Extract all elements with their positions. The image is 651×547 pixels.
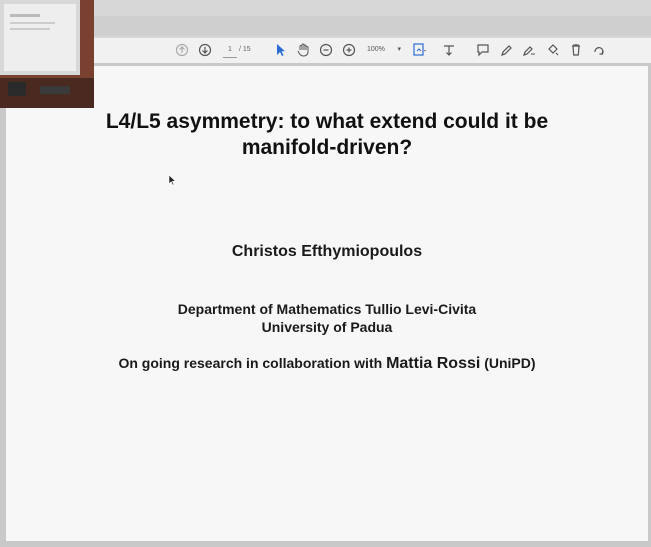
comment-icon[interactable]	[476, 42, 490, 58]
delete-icon[interactable]	[569, 42, 583, 58]
mouse-pointer-icon	[168, 173, 177, 191]
slide-title: L4/L5 asymmetry: to what extend could it…	[6, 109, 648, 161]
slide-affiliation: Department of Mathematics Tullio Levi-Ci…	[6, 300, 648, 336]
pen-icon[interactable]	[499, 42, 513, 58]
page-up-icon[interactable]	[175, 42, 189, 58]
zoom-select[interactable]: 100% ▾	[367, 43, 403, 57]
slide-title-line1: L4/L5 asymmetry: to what extend could it…	[105, 110, 549, 133]
page-down-icon[interactable]	[198, 42, 212, 58]
browser-topbar	[0, 0, 651, 38]
hand-icon[interactable]	[296, 42, 310, 58]
chevron-down-icon: ▾	[397, 46, 401, 53]
slide-page: L4/L5 asymmetry: to what extend could it…	[6, 66, 648, 541]
collab-prefix: On going research in collaboration with	[118, 355, 387, 371]
stamp-icon[interactable]	[546, 42, 560, 58]
select-cursor-icon[interactable]	[274, 42, 286, 58]
slide-title-line2: manifold-driven?	[241, 136, 413, 159]
zoom-value: 100%	[367, 46, 385, 53]
rotate-icon[interactable]	[592, 42, 606, 58]
page-number-input[interactable]: 1	[223, 43, 237, 58]
slide-collaboration: On going research in collaboration with …	[6, 355, 648, 373]
affiliation-line2: University of Padua	[261, 319, 393, 335]
page-total: / 15	[239, 46, 251, 53]
slide-author: Christos Efthymiopoulos	[231, 243, 423, 260]
print-icon[interactable]	[442, 42, 456, 58]
fit-page-icon[interactable]	[412, 42, 428, 58]
tab-strip	[94, 16, 651, 36]
draw-icon[interactable]	[522, 42, 536, 58]
webcam-overlay	[0, 0, 94, 108]
pdf-toolbar: 1 / 15 100% ▾	[0, 38, 651, 64]
affiliation-line1: Department of Mathematics Tullio Levi-Ci…	[177, 301, 477, 317]
collab-name: Mattia Rossi	[386, 355, 481, 372]
zoom-in-icon[interactable]	[342, 42, 356, 58]
collab-suffix: (UniPD)	[480, 355, 536, 371]
zoom-out-icon[interactable]	[319, 42, 333, 58]
